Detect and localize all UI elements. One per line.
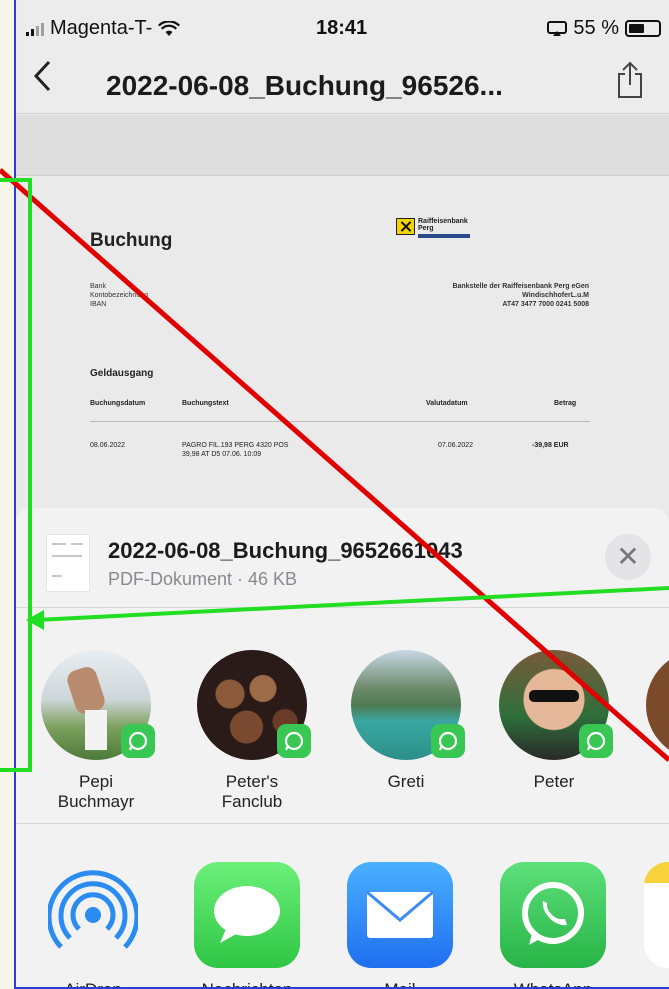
share-sheet: 2022-06-08_Buchung_9652661043 PDF-Dokume… [16, 508, 669, 987]
contact-name: Pepi Buchmayr [57, 772, 135, 811]
logo-line-2: Perg [418, 225, 434, 232]
close-icon[interactable]: ✕ [605, 534, 651, 580]
battery-indicator: 55 % [547, 17, 661, 40]
navigation-bar: 2022-06-08_Buchung_96526... [16, 50, 669, 114]
section-title: Geldausgang [90, 368, 154, 379]
whatsapp-icon [500, 862, 606, 968]
screen-mirroring-icon [547, 20, 568, 36]
whatsapp-badge-icon [431, 724, 465, 758]
contact-pepi-buchmayr[interactable]: Pepi Buchmayr [36, 650, 156, 812]
file-thumbnail [46, 534, 90, 592]
row-text: PAGRO FIL.193 PERG 4320 POS 39,98 AT D5 … [182, 441, 288, 459]
signal-icon [26, 22, 44, 36]
value-iban: AT47 3477 7000 0241 5008 [502, 301, 589, 308]
status-bar: Magenta-T- 18:41 55 % [16, 0, 669, 50]
contact-peter[interactable]: Peter [494, 650, 614, 792]
carrier-indicator: Magenta-T- [26, 17, 181, 40]
pdf-page: Buchung Raiffeisenbank Perg Bank Kontobe… [16, 175, 669, 515]
row-date: 08.06.2022 [90, 442, 126, 449]
contact-peters-fanclub[interactable]: Peter's Fanclub [192, 650, 312, 812]
battery-icon [625, 20, 661, 37]
app-label: AirDrop [28, 980, 158, 987]
whatsapp-badge-icon [277, 724, 311, 758]
app-label: Nachrichten [182, 980, 312, 987]
value-account-name: WindischhoferL.u.M [522, 292, 589, 299]
clock: 18:41 [316, 17, 368, 39]
row-text-line-1: PAGRO FIL.193 PERG 4320 POS [182, 442, 289, 449]
row-amount: -39,98 EUR [532, 442, 569, 449]
label-account-name: Kontobezeichnung [90, 292, 148, 299]
label-iban: IBAN [90, 301, 107, 308]
avatar [351, 650, 465, 760]
document-title: 2022-06-08_Buchung_96526... [106, 70, 503, 101]
row-text-line-2: 39,98 AT D5 07.06. 10:09 [182, 451, 262, 458]
label-bank: Bank [90, 283, 106, 290]
app-label: Mail [335, 980, 465, 987]
bank-values: Bankstelle der Raiffeisenbank Perg eGen … [452, 282, 589, 309]
app-partial-notes[interactable] [644, 862, 669, 968]
logo-line-1: Raiffeisenbank [418, 218, 468, 225]
document-preview[interactable]: Buchung Raiffeisenbank Perg Bank Kontobe… [16, 115, 669, 515]
avatar [41, 650, 155, 760]
col-amount: Betrag [554, 400, 577, 407]
file-meta: PDF-Dokument · 46 KB [108, 569, 298, 589]
airdrop-icon [40, 862, 146, 968]
chevron-left-icon[interactable] [30, 56, 54, 106]
contact-name: Peter [533, 772, 575, 791]
avatar [499, 650, 613, 760]
battery-percent: 55 % [573, 17, 619, 39]
app-mail[interactable]: Mail [335, 862, 465, 987]
contact-partial[interactable] [646, 650, 669, 760]
whatsapp-badge-icon [121, 724, 155, 758]
app-nachrichten[interactable]: Nachrichten [182, 862, 312, 987]
bank-logo: Raiffeisenbank Perg [396, 218, 470, 238]
col-booking-date: Buchungsdatum [90, 400, 146, 407]
row-value-date: 07.06.2022 [438, 442, 474, 449]
bank-labels: Bank Kontobezeichnung IBAN [90, 282, 148, 309]
avatar [197, 650, 311, 760]
whatsapp-badge-icon [579, 724, 613, 758]
value-bank: Bankstelle der Raiffeisenbank Perg eGen [452, 283, 589, 290]
people-row: Pepi Buchmayr Peter's Fanclub Greti Pete… [16, 608, 669, 824]
contact-name: Greti [387, 772, 425, 791]
app-airdrop[interactable]: AirDrop [28, 862, 158, 987]
col-value-date: Valutadatum [426, 400, 468, 407]
wifi-icon [158, 20, 181, 36]
doc-heading: Buchung [90, 230, 173, 251]
phone-screen: Magenta-T- 18:41 55 % 2022-06-08_Buchung… [14, 0, 669, 989]
mail-icon [347, 862, 453, 968]
file-header: 2022-06-08_Buchung_9652661043 PDF-Dokume… [16, 508, 669, 608]
raiffeisen-icon [396, 218, 415, 235]
table-divider [90, 421, 590, 422]
file-name: 2022-06-08_Buchung_9652661043 [108, 538, 463, 563]
carrier-name: Magenta-T- [50, 17, 153, 39]
contact-greti[interactable]: Greti [346, 650, 466, 792]
app-whatsapp[interactable]: WhatsApp [488, 862, 618, 987]
contact-name: Peter's Fanclub [221, 772, 283, 811]
share-icon[interactable] [615, 60, 645, 105]
app-label: WhatsApp [488, 980, 618, 987]
apps-row: AirDrop Nachrichten Mail [16, 824, 669, 987]
messages-icon [194, 862, 300, 968]
col-booking-text: Buchungstext [182, 400, 229, 407]
